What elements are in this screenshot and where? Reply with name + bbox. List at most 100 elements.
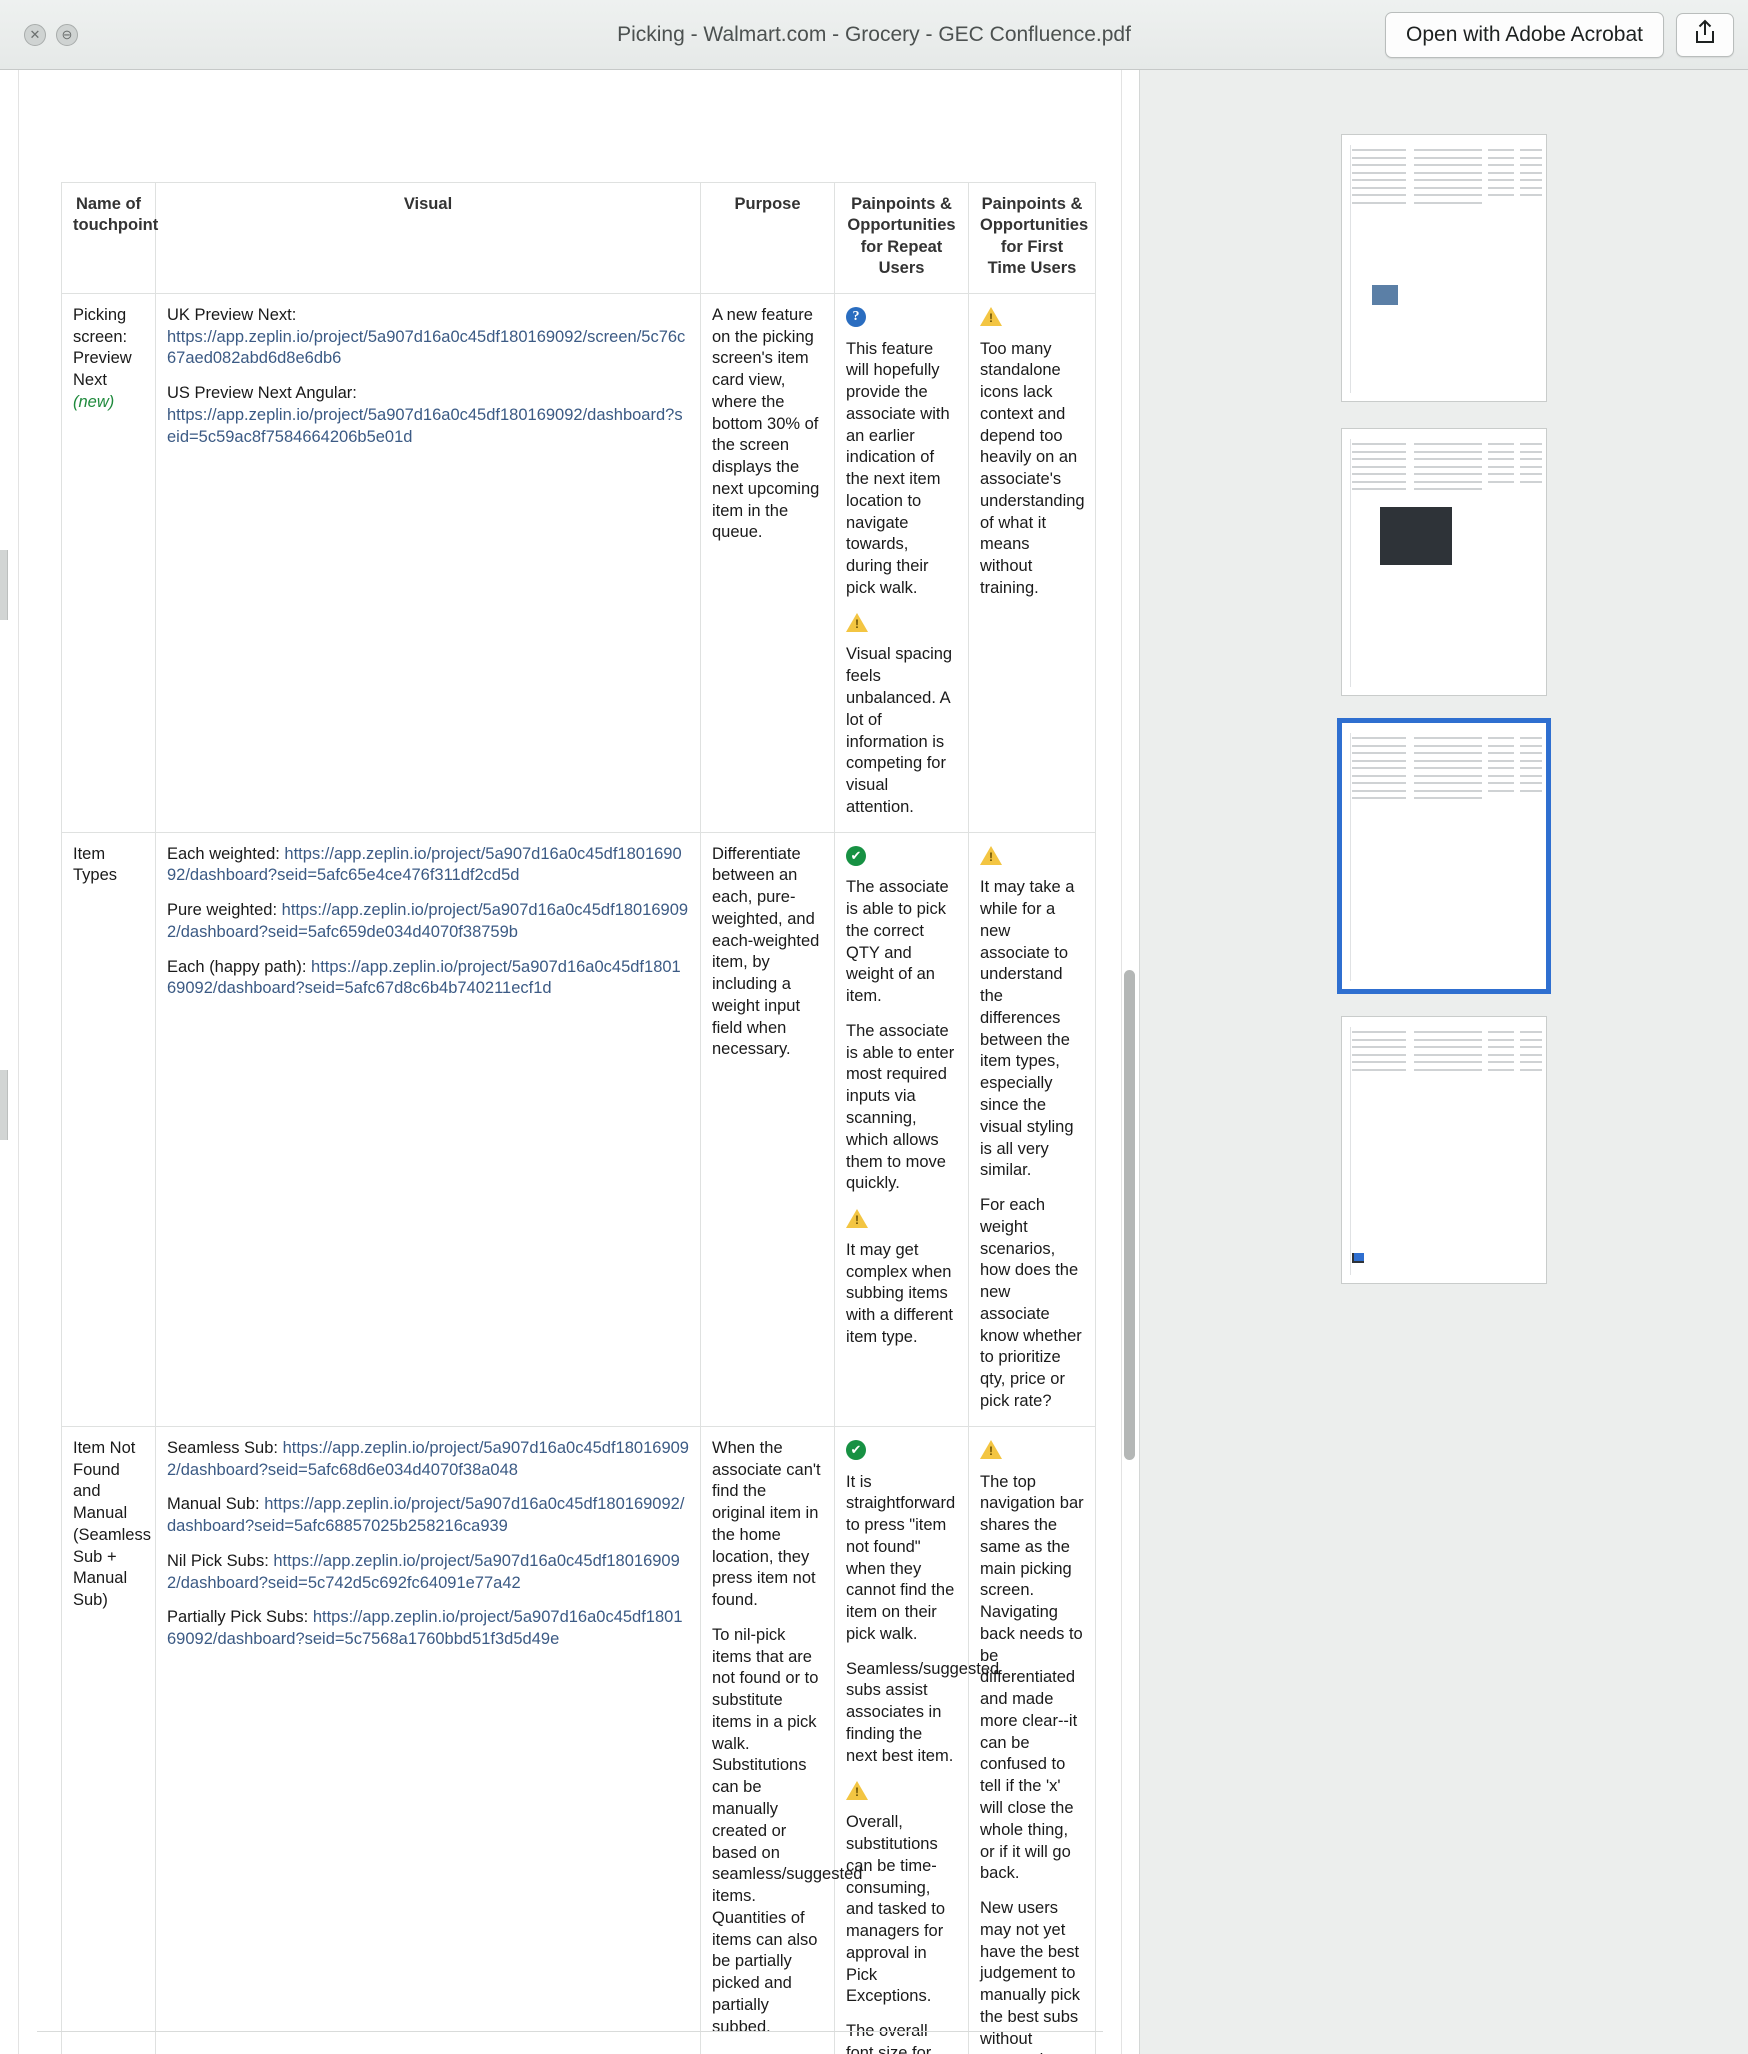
visual-link-entry: Each weighted: https://app.zeplin.io/pro…	[167, 844, 689, 888]
success-icon: ✔	[846, 846, 866, 867]
vertical-scrollbar[interactable]	[1124, 970, 1135, 1460]
visual-link-label: Manual Sub:	[167, 1495, 265, 1514]
cell-painpoints-repeat-users: ? This feature will hopefully provide the…	[834, 292, 969, 833]
warning-icon: !	[846, 1781, 868, 1801]
cell-purpose: Differentiate between an each, pure-weig…	[700, 831, 835, 1427]
painpoint-icon-wrapper: ?	[846, 307, 957, 329]
painpoint-icon-wrapper: ✔	[846, 846, 957, 868]
zeplin-link[interactable]: https://app.zeplin.io/project/5a907d16a0…	[167, 328, 685, 368]
painpoint-paragraph: It may take a while for a new associate …	[980, 878, 1075, 1180]
touchpoint-table: Name of touchpoint Visual Purpose Painpo…	[61, 182, 1096, 2054]
visual-link-entry: Nil Pick Subs: https://app.zeplin.io/pro…	[167, 1551, 689, 1595]
open-with-adobe-acrobat-button[interactable]: Open with Adobe Acrobat	[1385, 11, 1664, 58]
cell-visual-links: Seamless Sub: https://app.zeplin.io/proj…	[155, 1425, 701, 2054]
page-edge-stub-top	[0, 550, 8, 620]
visual-link-entry: Manual Sub: https://app.zeplin.io/projec…	[167, 1494, 689, 1538]
preview-window: ✕ ⊖ Picking - Walmart.com - Grocery - GE…	[0, 0, 1748, 2054]
zeplin-link[interactable]: https://app.zeplin.io/project/5a907d16a0…	[167, 406, 683, 446]
cell-purpose: A new feature on the picking screen's it…	[700, 292, 835, 833]
warning-icon: !	[980, 307, 1002, 327]
share-button[interactable]	[1676, 12, 1734, 57]
visual-link-label: Each (happy path):	[167, 957, 312, 976]
painpoint-paragraph: This feature will hopefully provide the …	[846, 339, 950, 597]
page-thumbnail-3[interactable]	[1337, 718, 1551, 994]
cell-touchpoint-name: Picking screen: Preview Next (new)	[61, 292, 156, 833]
cell-painpoints-first-time-users: ! The top navigation bar shares the same …	[968, 1425, 1096, 2054]
column-header-purpose: Purpose	[700, 182, 835, 294]
table-row: Picking screen: Preview Next (new) UK Pre…	[61, 292, 1096, 833]
close-icon[interactable]: ✕	[24, 23, 46, 46]
touchpoint-name-label: Item Types	[73, 844, 118, 885]
cell-painpoints-repeat-users: ✔ It is straightforward to press "item no…	[834, 1425, 1000, 2054]
painpoint-paragraph: The associate is able to enter most requ…	[846, 1021, 955, 1193]
painpoint-paragraph: Overall, substitutions can be time-consu…	[846, 1813, 946, 2006]
titlebar-actions: Open with Adobe Acrobat	[1385, 11, 1734, 58]
table-row: Item Not Found and Manual (Seamless Sub …	[61, 1425, 1096, 2054]
pdf-page: Name of touchpoint Visual Purpose Painpo…	[18, 70, 1122, 2054]
cell-painpoints-first-time-users: ! Too many standalone icons lack context …	[968, 292, 1096, 833]
visual-link-entry: US Preview Next Angular: https://app.zepl…	[167, 383, 689, 448]
painpoint-icon-wrapper: !	[980, 1440, 1084, 1462]
new-badge: (new)	[73, 392, 115, 411]
pdf-document-area[interactable]: Name of touchpoint Visual Purpose Painpo…	[0, 70, 1140, 2054]
painpoint-paragraph: The overall font size for input fields, …	[846, 2022, 932, 2054]
cell-painpoints-repeat-users: ✔ The associate is able to pick the corre…	[834, 831, 969, 1427]
page-edge-stub-bottom	[0, 1070, 8, 1140]
visual-link-label: Pure weighted:	[167, 901, 282, 920]
table-body: Picking screen: Preview Next (new) UK Pre…	[61, 292, 1096, 2054]
page-thumbnail-2[interactable]	[1341, 428, 1547, 696]
touchpoint-name-label: Item Not Found and Manual (Seamless Sub …	[73, 1438, 151, 1610]
column-header-first-time-users: Painpoints & Opportunities for First Tim…	[968, 182, 1096, 294]
visual-link-label: Nil Pick Subs:	[167, 1551, 274, 1570]
column-header-repeat-users: Painpoints & Opportunities for Repeat Us…	[834, 182, 969, 294]
warning-icon: !	[980, 846, 1002, 866]
purpose-paragraph: A new feature on the picking screen's it…	[712, 305, 820, 542]
painpoint-icon-wrapper: !	[980, 307, 1084, 329]
page-thumbnail-4[interactable]	[1341, 1016, 1547, 1284]
minimize-icon[interactable]: ⊖	[56, 23, 78, 46]
visual-link-entry: Each (happy path): https://app.zeplin.io…	[167, 957, 689, 1001]
touchpoint-name-label: Picking screen: Preview Next	[73, 305, 132, 390]
purpose-paragraph: When the associate can't find the origin…	[712, 1438, 821, 1610]
visual-link-label: US Preview Next Angular:	[167, 384, 357, 403]
painpoint-paragraph: For each weight scenarios, how does the …	[980, 1196, 1082, 1410]
success-icon: ✔	[846, 1440, 866, 1461]
visual-link-entry: Partially Pick Subs: https://app.zeplin.…	[167, 1607, 689, 1651]
purpose-paragraph: Differentiate between an each, pure-weig…	[712, 844, 820, 1059]
cell-painpoints-first-time-users: ! It may take a while for a new associate…	[968, 831, 1096, 1427]
cell-purpose: When the associate can't find the origin…	[700, 1425, 862, 2054]
cell-visual-links: Each weighted: https://app.zeplin.io/pro…	[155, 831, 701, 1427]
window-controls: ✕ ⊖	[24, 23, 78, 46]
thumbnail-sidebar[interactable]	[1140, 70, 1748, 2054]
visual-link-entry: Pure weighted: https://app.zeplin.io/pro…	[167, 900, 689, 944]
page-thumbnail-1[interactable]	[1341, 134, 1547, 402]
visual-link-entry: Seamless Sub: https://app.zeplin.io/proj…	[167, 1438, 689, 1482]
column-header-name: Name of touchpoint	[61, 182, 158, 294]
painpoint-paragraph: It is straightforward to press "item not…	[846, 1472, 956, 1643]
share-icon	[1694, 19, 1716, 50]
painpoint-icon-wrapper: !	[846, 613, 957, 635]
window-body: Name of touchpoint Visual Purpose Painpo…	[0, 70, 1748, 2054]
warning-icon: !	[980, 1440, 1002, 1460]
painpoint-icon-wrapper: !	[846, 1208, 957, 1230]
column-header-visual: Visual	[155, 182, 701, 294]
warning-icon: !	[846, 613, 868, 633]
painpoint-paragraph: The top navigation bar shares the same a…	[980, 1472, 1084, 1883]
visual-link-label: UK Preview Next:	[167, 305, 297, 324]
table-header-row: Name of touchpoint Visual Purpose Painpo…	[61, 182, 1096, 294]
painpoint-paragraph: The associate is able to pick the correc…	[846, 878, 949, 1006]
painpoint-paragraph: Seamless/suggested subs assist associate…	[846, 1659, 1000, 1765]
painpoint-paragraph: Visual spacing feels unbalanced. A lot o…	[846, 645, 953, 816]
painpoint-icon-wrapper: ✔	[846, 1440, 957, 1462]
visual-link-entry: UK Preview Next: https://app.zeplin.io/pr…	[167, 305, 689, 370]
warning-icon: !	[846, 1208, 868, 1229]
table-row: Item Types Each weighted: https://app.zep…	[61, 831, 1096, 1427]
visual-link-label: Each weighted:	[167, 844, 285, 863]
page-bottom-divider	[37, 2031, 1103, 2032]
window-titlebar: ✕ ⊖ Picking - Walmart.com - Grocery - GE…	[0, 0, 1748, 70]
cell-visual-links: UK Preview Next: https://app.zeplin.io/pr…	[155, 292, 701, 833]
visual-link-label: Seamless Sub:	[167, 1438, 283, 1457]
painpoint-icon-wrapper: !	[846, 1780, 957, 1802]
painpoint-paragraph: It may get complex when subbing items wi…	[846, 1240, 954, 1346]
visual-link-label: Partially Pick Subs:	[167, 1608, 313, 1627]
